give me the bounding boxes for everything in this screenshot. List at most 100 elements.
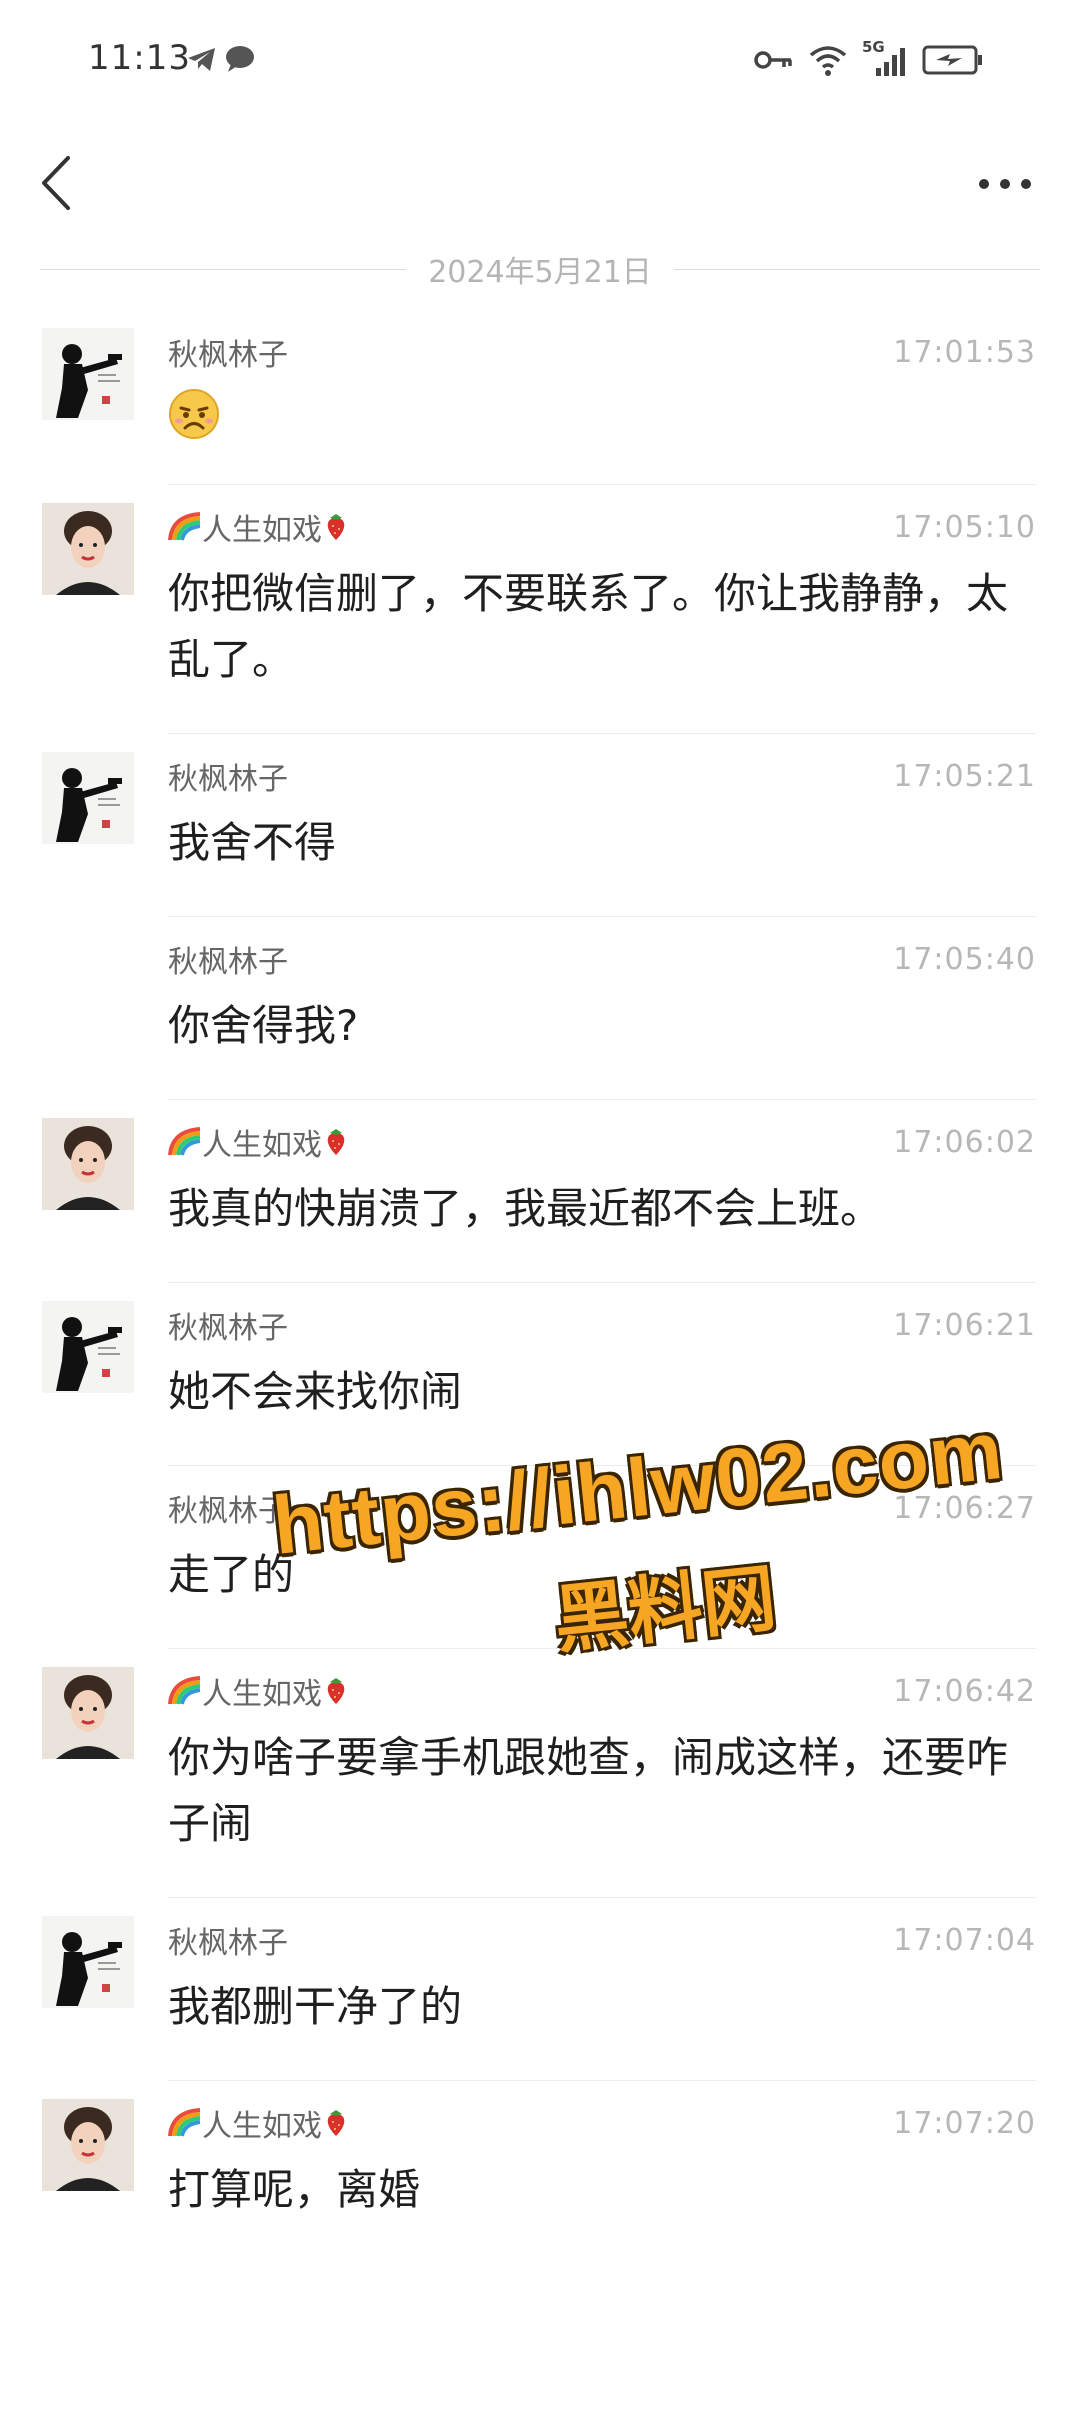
date-label: 2024年5月21日 [428, 255, 652, 290]
message-header: 人生如戏 17:05:10 [168, 503, 1036, 551]
more-button[interactable] [970, 154, 1040, 214]
key-icon [754, 51, 792, 69]
sender-name-with-emoji: 人生如戏 [168, 1120, 350, 1164]
man-gun-avatar-icon [42, 752, 134, 844]
rainbow-emoji-icon [168, 2108, 201, 2137]
message-item[interactable]: 秋枫林子 17:07:04 我都删干净了的 [0, 1898, 1080, 2081]
wifi-icon [809, 46, 847, 76]
message-header: 秋枫林子 17:01:53 [168, 328, 1036, 376]
message-text: 你舍得我? [168, 1001, 359, 1050]
message-body: 人生如戏 17:05:10 你把微信删了，不要联系了。你让我静静，太乱了。 [168, 485, 1036, 734]
sender-name-with-emoji: 人生如戏 [168, 2101, 350, 2145]
strawberry-emoji-icon [327, 2110, 345, 2136]
sender-name: 秋枫林子 [168, 1926, 288, 1961]
avatar-man[interactable] [42, 1301, 134, 1393]
message-body: 秋枫林子 17:05:40 你舍得我? [168, 917, 1036, 1100]
status-time: 11:13 [88, 38, 191, 78]
message-item[interactable]: 人生如戏 17:06:02 我真的快崩溃了，我最近都不会上班。 [0, 1100, 1080, 1283]
divider-line-left [40, 268, 407, 270]
avatar-woman[interactable] [42, 1118, 134, 1210]
message-item[interactable]: 人生如戏 17:06:42 你为啥子要拿手机跟她查，闹成这样，还要咋子闹 [0, 1649, 1080, 1898]
message-text: 你把微信删了，不要联系了。你让我静静，太乱了。 [168, 569, 1009, 684]
date-divider: 2024年5月21日 [40, 244, 1041, 294]
sender-name: 秋枫林子 [168, 762, 288, 797]
back-button[interactable] [30, 148, 90, 218]
message-text: 打算呢，离婚 [168, 2165, 421, 2214]
avatar-man[interactable] [42, 752, 134, 844]
sender-name: 人生如戏 [202, 513, 322, 548]
message-text: 你为啥子要拿手机跟她查，闹成这样，还要咋子闹 [168, 1733, 1009, 1848]
message-body: 人生如戏 17:06:42 你为啥子要拿手机跟她查，闹成这样，还要咋子闹 [168, 1649, 1036, 1898]
message-text: 我真的快崩溃了，我最近都不会上班。 [168, 1184, 883, 1233]
message-item[interactable]: 秋枫林子 17:01:53 [0, 310, 1080, 485]
battery-charging-icon [922, 45, 982, 75]
sender-name: 秋枫林子 [168, 1494, 288, 1529]
status-bar: 11:13 5G [0, 0, 1080, 130]
avatar-woman[interactable] [42, 2099, 134, 2191]
sad-face-emoji-icon [169, 389, 219, 439]
message-text: 她不会来找你闹 [168, 1367, 463, 1416]
message-item[interactable]: 秋枫林子 17:05:21 我舍不得 [0, 734, 1080, 917]
message-header: 秋枫林子 17:07:04 [168, 1916, 1036, 1964]
strawberry-emoji-icon [327, 514, 345, 540]
message-time: 17:06:02 [893, 1124, 1036, 1160]
message-header: 人生如戏 17:06:02 [168, 1118, 1036, 1166]
status-left-icons [186, 44, 256, 74]
message-item[interactable]: 秋枫林子 17:05:40 你舍得我? [0, 917, 1080, 1100]
nav-bar [0, 130, 1080, 240]
message-time: 17:05:40 [893, 941, 1036, 977]
chat-bubble-icon [226, 46, 254, 72]
message-item[interactable]: 秋枫林子 17:06:27 走了的 [0, 1466, 1080, 1649]
sender-name: 人生如戏 [202, 1128, 322, 1163]
message-time: 17:05:21 [893, 758, 1036, 794]
sender-name: 秋枫林子 [168, 338, 288, 373]
message-body: 秋枫林子 17:07:04 我都删干净了的 [168, 1898, 1036, 2081]
message-body: 秋枫林子 17:05:21 我舍不得 [168, 734, 1036, 917]
message-list: 秋枫林子 17:01:53 人生如戏 17:05:10 你把微信删了，不要联系了… [0, 310, 1080, 2263]
message-time: 17:06:21 [893, 1307, 1036, 1343]
man-gun-avatar-icon [42, 328, 134, 420]
telegram-icon [188, 48, 215, 71]
woman-avatar-icon [42, 503, 134, 595]
sender-name-with-emoji: 人生如戏 [168, 1669, 350, 1713]
woman-avatar-icon [42, 1667, 134, 1759]
message-header: 人生如戏 17:06:42 [168, 1667, 1036, 1715]
avatar-man[interactable] [42, 328, 134, 420]
avatar-woman[interactable] [42, 1667, 134, 1759]
message-item[interactable]: 秋枫林子 17:06:21 她不会来找你闹 [0, 1283, 1080, 1466]
more-dots-icon [979, 179, 1031, 189]
message-text: 我舍不得 [168, 818, 337, 867]
message-header: 秋枫林子 17:05:21 [168, 752, 1036, 800]
message-header: 秋枫林子 17:06:21 [168, 1301, 1036, 1349]
message-header: 人生如戏 17:07:20 [168, 2099, 1036, 2147]
sender-name: 秋枫林子 [168, 1311, 288, 1346]
message-body: 秋枫林子 17:01:53 [168, 310, 1036, 485]
sender-name: 人生如戏 [202, 2109, 322, 2144]
status-right-icons: 5G [754, 38, 984, 78]
woman-avatar-icon [42, 1118, 134, 1210]
message-item[interactable]: 人生如戏 17:07:20 打算呢，离婚 [0, 2081, 1080, 2263]
strawberry-emoji-icon [327, 1129, 345, 1155]
message-time: 17:01:53 [893, 334, 1036, 370]
message-header: 秋枫林子 17:05:40 [168, 935, 1036, 983]
strawberry-emoji-icon [327, 1678, 345, 1704]
message-header: 秋枫林子 17:06:27 [168, 1484, 1036, 1532]
signal-5g-icon: 5G [862, 38, 908, 78]
avatar-woman[interactable] [42, 503, 134, 595]
message-time: 17:07:04 [893, 1922, 1036, 1958]
message-time: 17:05:10 [893, 509, 1036, 545]
message-item[interactable]: 人生如戏 17:05:10 你把微信删了，不要联系了。你让我静静，太乱了。 [0, 485, 1080, 734]
message-body: 人生如戏 17:06:02 我真的快崩溃了，我最近都不会上班。 [168, 1100, 1036, 1283]
divider-line-right [673, 268, 1041, 270]
chevron-left-icon [42, 156, 70, 210]
message-time: 17:06:27 [893, 1490, 1036, 1526]
man-gun-avatar-icon [42, 1301, 134, 1393]
message-body: 秋枫林子 17:06:27 走了的 [168, 1466, 1036, 1649]
rainbow-emoji-icon [168, 512, 201, 541]
message-body: 人生如戏 17:07:20 打算呢，离婚 [168, 2081, 1036, 2263]
sender-name: 秋枫林子 [168, 945, 288, 980]
sender-name-with-emoji: 人生如戏 [168, 505, 350, 549]
avatar-man[interactable] [42, 1916, 134, 2008]
rainbow-emoji-icon [168, 1127, 201, 1156]
message-body: 秋枫林子 17:06:21 她不会来找你闹 [168, 1283, 1036, 1466]
